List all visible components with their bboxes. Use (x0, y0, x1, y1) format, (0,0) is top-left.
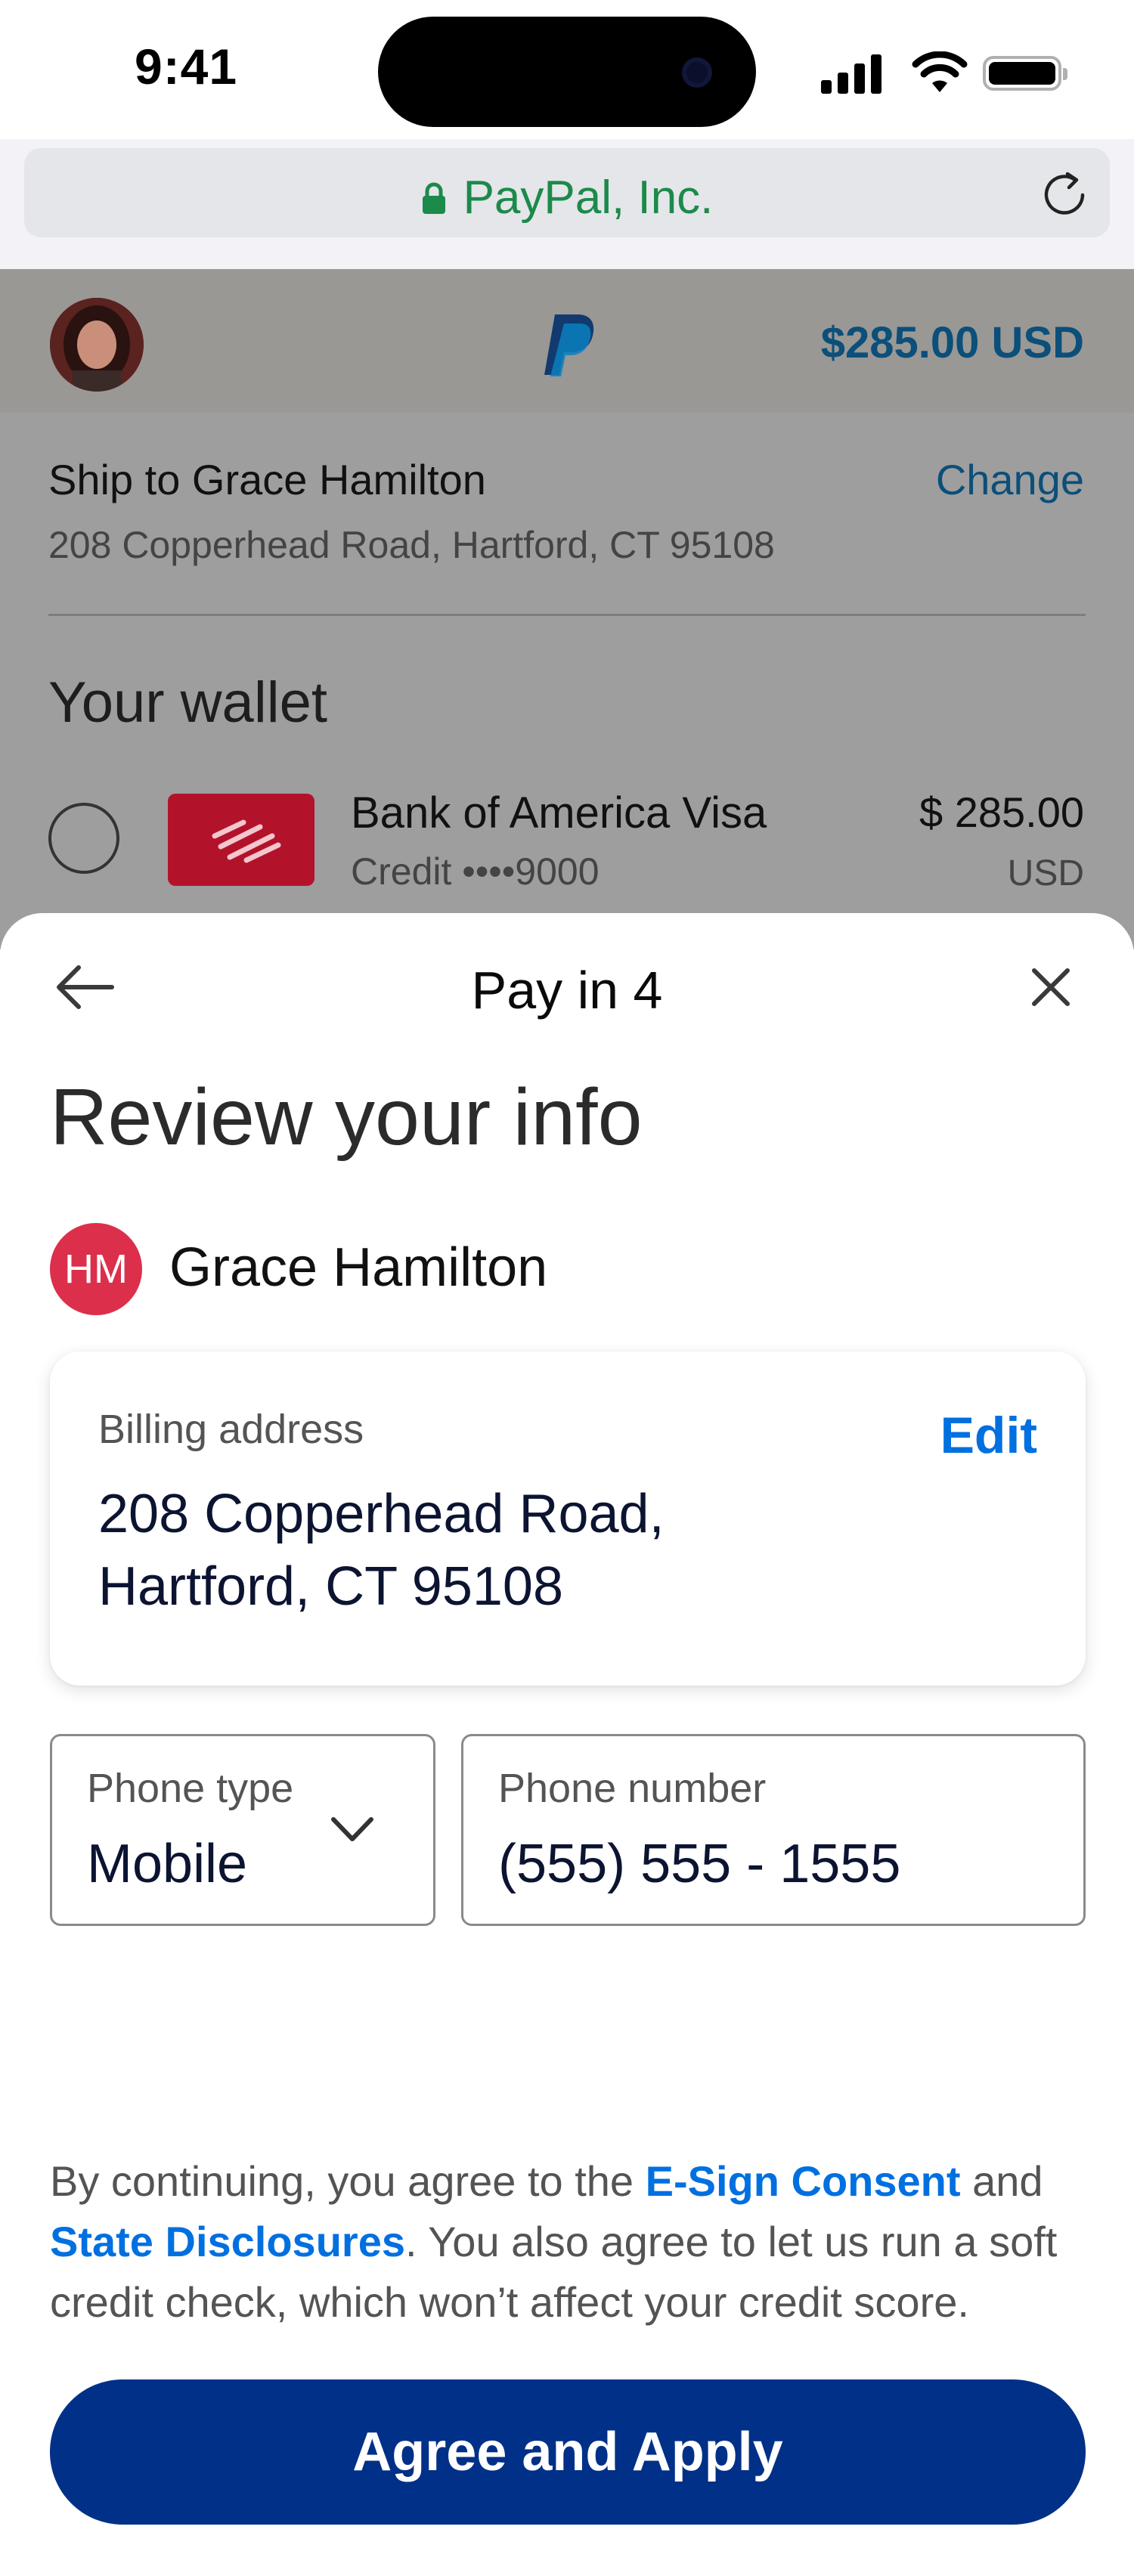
wifi-icon (912, 51, 968, 92)
battery-icon (983, 56, 1067, 91)
status-time: 9:41 (135, 39, 238, 94)
bank-card-logo (168, 794, 314, 886)
avatar[interactable] (50, 298, 144, 392)
user-name: Grace Hamilton (169, 1237, 548, 1298)
billing-address-label: Billing address (98, 1407, 364, 1452)
card-currency: USD (1007, 853, 1084, 893)
user-initials-avatar: HM (50, 1223, 142, 1315)
signal-icon (821, 51, 885, 94)
paypal-logo (544, 314, 594, 376)
billing-address-card: Billing address Edit 208 Copperhead Road… (50, 1351, 1086, 1686)
divider (48, 614, 1086, 616)
phone-type-label: Phone type (87, 1766, 294, 1811)
close-icon[interactable] (1028, 964, 1074, 1010)
card-subtitle: Credit ••••9000 (351, 850, 600, 893)
edit-billing-button[interactable]: Edit (940, 1406, 1037, 1465)
page-title: Review your info (50, 1073, 643, 1162)
status-bar: 9:41 (0, 0, 1134, 139)
billing-address-line2: Hartford, CT 95108 (98, 1556, 563, 1617)
phone-number-label: Phone number (498, 1766, 767, 1811)
card-amount: $ 285.00 (919, 788, 1084, 836)
e-sign-consent-link[interactable]: E-Sign Consent (646, 2157, 961, 2205)
card-name: Bank of America Visa (351, 788, 767, 838)
bank-of-america-logo-icon (212, 819, 281, 863)
chevron-down-icon (331, 1817, 373, 1841)
lock-icon (422, 182, 445, 214)
wallet-title: Your wallet (48, 670, 327, 735)
avatar-image (50, 298, 144, 392)
legal-text-part2: and (960, 2157, 1043, 2205)
page-header: $285.00 USD (0, 269, 1134, 413)
billing-address-line1: 208 Copperhead Road, (98, 1484, 665, 1544)
header-amount: $285.00 USD (820, 318, 1084, 367)
legal-disclosure: By continuing, you agree to the E-Sign C… (50, 2151, 1093, 2333)
dynamic-island (378, 17, 756, 127)
phone-type-select[interactable]: Phone type Mobile (50, 1734, 435, 1926)
reload-icon[interactable] (1040, 169, 1089, 218)
url-bar[interactable]: PayPal, Inc. (24, 148, 1110, 237)
phone-type-value: Mobile (87, 1834, 248, 1894)
ship-to-label: Ship to Grace Hamilton (48, 456, 486, 503)
agree-and-apply-button[interactable]: Agree and Apply (50, 2379, 1086, 2525)
browser-url-area: PayPal, Inc. (0, 139, 1134, 269)
state-disclosures-link[interactable]: State Disclosures (50, 2218, 405, 2265)
legal-text-part1: By continuing, you agree to the (50, 2157, 646, 2205)
sheet-title: Pay in 4 (471, 961, 663, 1020)
shipping-address: 208 Copperhead Road, Hartford, CT 95108 (48, 524, 775, 566)
background-page: $285.00 USD Ship to Grace Hamilton Chang… (0, 269, 1134, 949)
phone-number-field[interactable]: Phone number (555) 555 - 1555 (461, 1734, 1086, 1926)
phone-number-value: (555) 555 - 1555 (498, 1834, 901, 1894)
change-shipping-link[interactable]: Change (936, 455, 1084, 504)
camera-icon (682, 57, 712, 88)
wallet-card-radio[interactable] (48, 803, 119, 874)
url-label: PayPal, Inc. (463, 172, 714, 224)
